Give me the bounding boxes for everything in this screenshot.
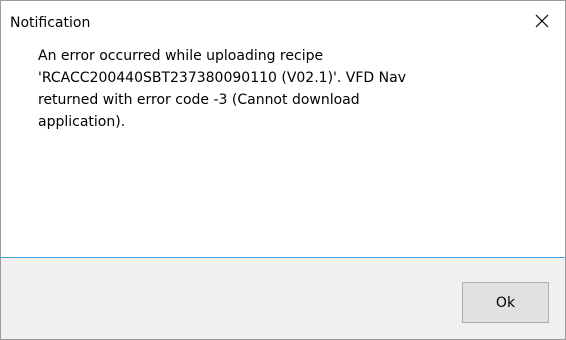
close-button[interactable] xyxy=(519,1,565,41)
dialog-title: Notification xyxy=(10,15,91,31)
dialog-footer: Ok xyxy=(1,258,565,339)
close-icon xyxy=(535,14,549,28)
title-bar: Notification xyxy=(1,1,565,45)
notification-dialog: Notification An error occurred while upl… xyxy=(0,0,566,340)
error-message: An error occurred while uploading recipe… xyxy=(38,48,406,130)
ok-button[interactable]: Ok xyxy=(462,282,549,323)
